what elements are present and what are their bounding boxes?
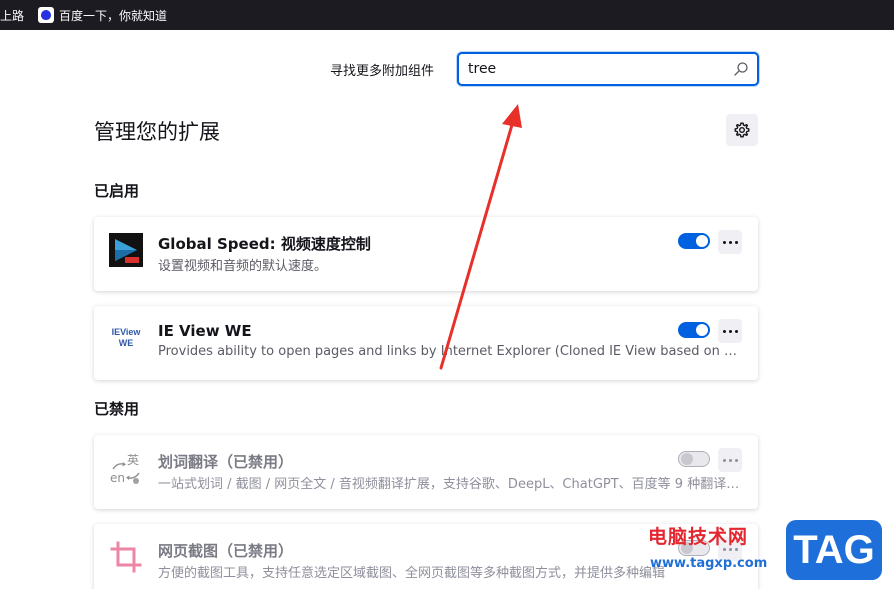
gear-icon	[734, 122, 750, 138]
translate-icon: 英 en	[110, 453, 140, 485]
extension-toggle[interactable]	[678, 451, 710, 467]
extension-card-translate[interactable]: 英 en 划词翻译（已禁用） 一站式划词 / 截图 / 网页全文 / 音视频翻译…	[94, 435, 758, 509]
extension-name[interactable]: Global Speed: 视频速度控制	[158, 233, 371, 254]
more-dots-icon	[722, 240, 738, 244]
enabled-section-heading: 已启用	[94, 182, 140, 200]
ie-view-icon-text: WE	[118, 338, 134, 348]
more-dots-icon	[722, 458, 738, 462]
translate-icon-text: en	[110, 471, 125, 485]
global-speed-icon	[109, 233, 143, 267]
extension-toggle[interactable]	[678, 322, 710, 338]
tag-logo: TAG	[786, 520, 882, 580]
extension-name[interactable]: IE View WE	[158, 322, 252, 340]
extension-more-options-button[interactable]	[718, 448, 742, 472]
bookmarks-toolbar: 上路 百度一下，你就知道	[0, 0, 894, 30]
tools-gear-button[interactable]	[726, 114, 758, 146]
ie-view-icon: IEView WE	[109, 322, 143, 356]
crop-icon	[110, 541, 142, 573]
search-icon[interactable]	[733, 61, 749, 77]
ie-view-icon-text: IEView	[111, 327, 141, 337]
bookmark-item-baidu[interactable]: 百度一下，你就知道	[38, 0, 167, 30]
extension-description: 方便的截图工具，支持任意选定区域截图、全网页截图等多种截图方式，并提供多种编辑	[158, 566, 666, 581]
extension-card-global-speed[interactable]: Global Speed: 视频速度控制 设置视频和音频的默认速度。	[94, 217, 758, 291]
more-dots-icon	[722, 329, 738, 333]
extension-description: Provides ability to open pages and links…	[158, 344, 743, 359]
extension-toggle[interactable]	[678, 233, 710, 249]
search-input[interactable]	[468, 59, 718, 79]
bookmark-label: 百度一下，你就知道	[59, 8, 168, 23]
bookmark-item-cut[interactable]: 上路	[0, 0, 38, 30]
extension-toggle[interactable]	[678, 540, 710, 556]
extension-description: 一站式划词 / 截图 / 网页全文 / 音视频翻译扩展，支持谷歌、DeepL、C…	[158, 477, 743, 492]
extension-more-options-button[interactable]	[718, 537, 742, 561]
extension-more-options-button[interactable]	[718, 319, 742, 343]
translate-icon-text: 英	[127, 453, 139, 467]
disabled-section-heading: 已禁用	[94, 400, 140, 418]
baidu-paw-icon	[38, 7, 55, 23]
page-title: 管理您的扩展	[94, 120, 220, 144]
bookmark-label: 上路	[0, 8, 25, 23]
addon-search-row: 寻找更多附加组件	[0, 52, 894, 86]
extension-name[interactable]: 划词翻译（已禁用）	[158, 451, 293, 472]
more-dots-icon	[722, 547, 738, 551]
search-box[interactable]	[457, 52, 759, 86]
extension-card-ie-view[interactable]: IEView WE IE View WE Provides ability to…	[94, 306, 758, 380]
extension-more-options-button[interactable]	[718, 230, 742, 254]
search-label: 寻找更多附加组件	[330, 64, 435, 79]
extension-name[interactable]: 网页截图（已禁用）	[158, 540, 293, 561]
extension-card-screenshot[interactable]: 网页截图（已禁用） 方便的截图工具，支持任意选定区域截图、全网页截图等多种截图方…	[94, 524, 758, 589]
extension-description: 设置视频和音频的默认速度。	[158, 259, 328, 274]
